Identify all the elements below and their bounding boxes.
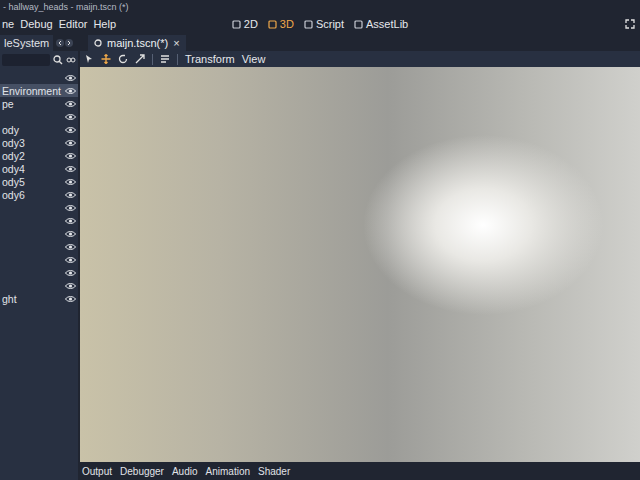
visibility-eye-icon[interactable]: [65, 282, 76, 290]
tree-item[interactable]: ody3: [0, 136, 78, 149]
workspace-button[interactable]: Script: [304, 18, 344, 30]
rotate-icon[interactable]: [118, 54, 128, 64]
list-select-icon[interactable]: [160, 54, 170, 64]
tree-item[interactable]: ody6: [0, 188, 78, 201]
visibility-eye-icon[interactable]: [65, 204, 76, 212]
right-arrow-icon[interactable]: [65, 39, 73, 47]
tree-item[interactable]: ody4: [0, 162, 78, 175]
visibility-eye-icon[interactable]: [65, 152, 76, 160]
visibility-eye-icon[interactable]: [65, 113, 76, 121]
scene-tree: Environmentpe odyody3ody2ody4ody5ody6 ght: [0, 69, 78, 305]
menu-item[interactable]: Editor: [59, 18, 88, 30]
dock-tab[interactable]: leSystem: [0, 35, 53, 51]
close-tab-button[interactable]: ×: [173, 37, 179, 49]
bottom-panel-bar: Output Debugger Audio Animation Shader: [80, 462, 640, 480]
tree-item[interactable]: [0, 253, 78, 266]
scene-dock: leSystem Environmentpe odyody3ody2ody4ody5…: [0, 34, 78, 480]
viewport-toolbar: Transform View: [80, 51, 640, 67]
tree-item[interactable]: pe: [0, 97, 78, 110]
fullscreen-icon[interactable]: [625, 19, 635, 29]
visibility-eye-icon[interactable]: [65, 126, 76, 134]
visibility-eye-icon[interactable]: [65, 191, 76, 199]
visibility-eye-icon[interactable]: [65, 165, 76, 173]
visibility-eye-icon[interactable]: [65, 230, 76, 238]
visibility-eye-icon[interactable]: [65, 243, 76, 251]
toolbar-menu[interactable]: Transform: [185, 53, 235, 65]
workspace-icon: [304, 20, 313, 29]
scene-tab[interactable]: maijn.tscn(*)×: [88, 35, 186, 51]
visibility-eye-icon[interactable]: [65, 87, 76, 95]
filter-field[interactable]: [2, 54, 50, 66]
tree-item[interactable]: [0, 266, 78, 279]
title-bar: - hallway_heads - maijn.tscn (*): [0, 0, 640, 14]
workspace-button[interactable]: 2D: [232, 18, 258, 30]
bottom-panel-tab[interactable]: Audio: [172, 466, 198, 477]
menu-item[interactable]: Help: [93, 18, 116, 30]
visibility-eye-icon[interactable]: [65, 100, 76, 108]
menu-item[interactable]: ne: [2, 18, 14, 30]
visibility-eye-icon[interactable]: [65, 256, 76, 264]
tree-item[interactable]: [0, 201, 78, 214]
window-title: - hallway_heads - maijn.tscn (*): [3, 2, 129, 12]
tree-item[interactable]: [0, 110, 78, 123]
bottom-panel-tab[interactable]: Output: [82, 466, 112, 477]
select-arrow-icon[interactable]: [84, 54, 94, 64]
workspace-button[interactable]: 3D: [268, 18, 294, 30]
tree-item[interactable]: ght: [0, 292, 78, 305]
tree-item[interactable]: [0, 240, 78, 253]
workspace-icon: [268, 20, 277, 29]
search-icon[interactable]: [53, 55, 63, 65]
visibility-eye-icon[interactable]: [65, 295, 76, 303]
link-icon[interactable]: [66, 55, 76, 65]
tree-item[interactable]: [0, 227, 78, 240]
visibility-eye-icon[interactable]: [65, 217, 76, 225]
tree-item[interactable]: [0, 279, 78, 292]
tree-item[interactable]: ody: [0, 123, 78, 136]
tree-item[interactable]: ody2: [0, 149, 78, 162]
workspace-icon: [232, 20, 241, 29]
scene-icon: [94, 39, 102, 47]
tree-item[interactable]: Environment: [0, 84, 78, 97]
3d-viewport[interactable]: [80, 67, 640, 462]
visibility-eye-icon[interactable]: [65, 139, 76, 147]
workspace-button[interactable]: AssetLib: [354, 18, 408, 30]
visibility-eye-icon[interactable]: [65, 74, 76, 82]
tree-item[interactable]: [0, 71, 78, 84]
visibility-eye-icon[interactable]: [65, 178, 76, 186]
bottom-panel-tab[interactable]: Animation: [206, 466, 250, 477]
tree-item[interactable]: [0, 214, 78, 227]
godot-editor: - hallway_heads - maijn.tscn (*) ne Debug E…: [0, 0, 640, 480]
tree-item[interactable]: ody5: [0, 175, 78, 188]
left-arrow-icon[interactable]: [56, 39, 64, 47]
bottom-panel-tab[interactable]: Shader: [258, 466, 290, 477]
scale-icon[interactable]: [135, 54, 145, 64]
toolbar-menu[interactable]: View: [242, 53, 266, 65]
menu-bar: ne Debug Editor Help 2D 3D Script AssetLib: [0, 14, 640, 34]
move-icon[interactable]: [101, 54, 111, 64]
bottom-panel-tab[interactable]: Debugger: [120, 466, 164, 477]
workspace-icon: [354, 20, 363, 29]
visibility-eye-icon[interactable]: [65, 269, 76, 277]
menu-item[interactable]: Debug: [20, 18, 52, 30]
